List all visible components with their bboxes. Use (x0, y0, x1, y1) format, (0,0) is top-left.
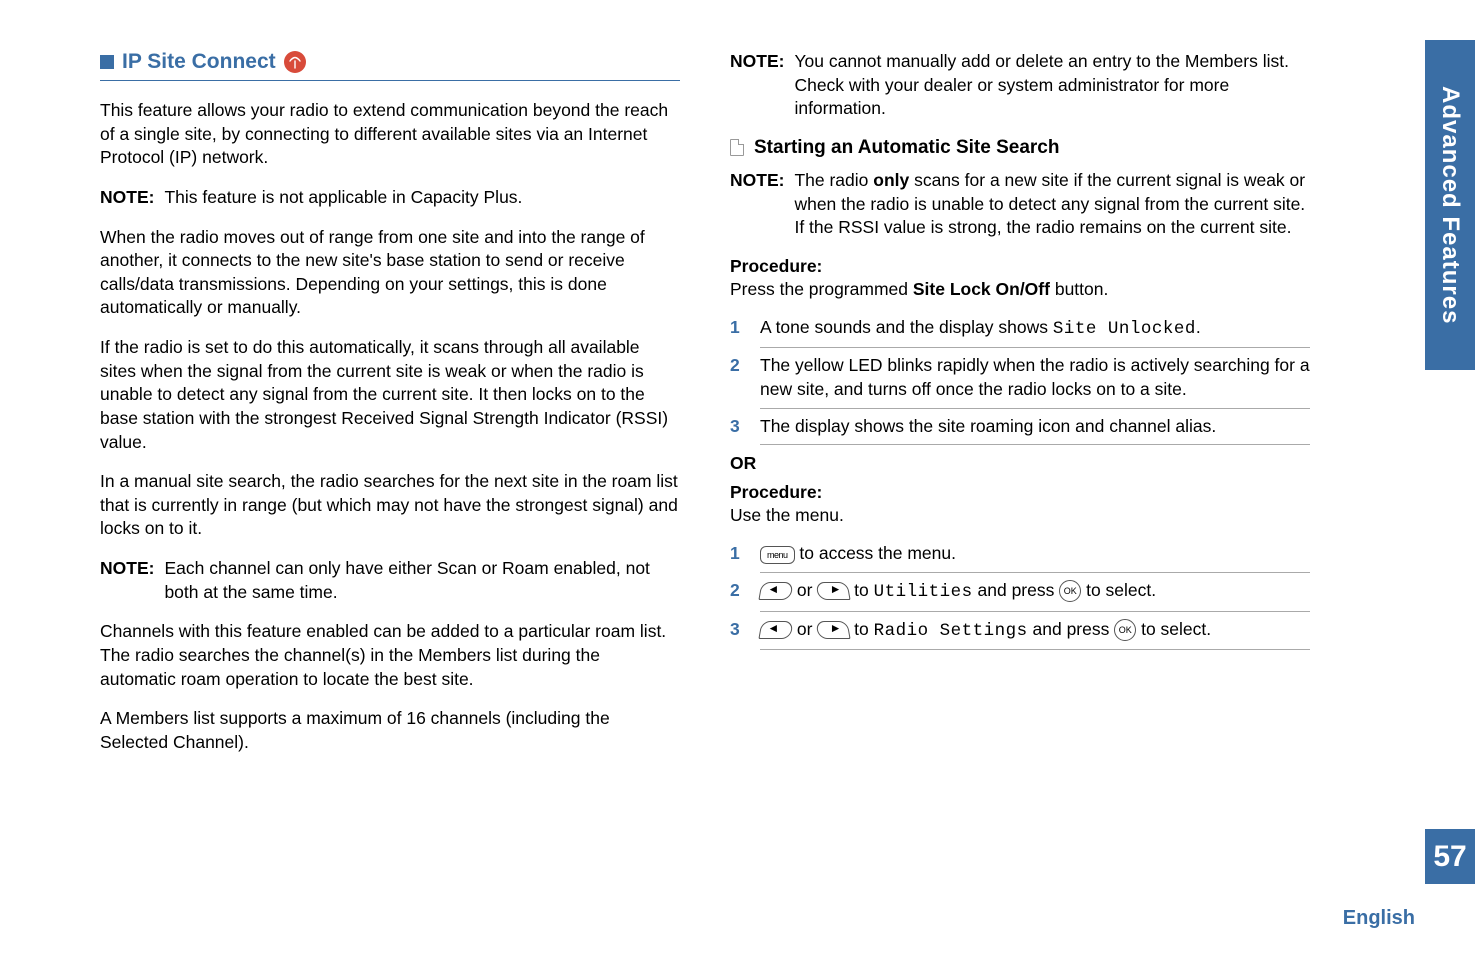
paragraph: In a manual site search, the radio searc… (100, 470, 680, 541)
text: to (849, 580, 873, 600)
note-body: Each channel can only have either Scan o… (164, 557, 680, 604)
or-label: OR (730, 453, 1310, 474)
text: . (1196, 317, 1201, 337)
note-body: The radio only scans for a new site if t… (794, 169, 1310, 240)
mono-text: Utilities (874, 582, 973, 602)
step-number: 1 (730, 542, 746, 566)
bullet-icon (100, 55, 114, 69)
mono-text: Radio Settings (874, 621, 1028, 641)
step-number: 1 (730, 316, 746, 342)
procedure-desc: Press the programmed Site Lock On/Off bu… (730, 279, 1310, 300)
ok-key-icon (1114, 619, 1136, 641)
note: NOTE: You cannot manually add or delete … (730, 50, 1310, 121)
text: to select. (1136, 619, 1211, 639)
left-arrow-key-icon (758, 621, 793, 639)
language-label: English (1343, 907, 1415, 930)
paragraph: Channels with this feature enabled can b… (100, 620, 680, 691)
text: A tone sounds and the display shows (760, 317, 1053, 337)
procedure-label: Procedure: (730, 256, 1310, 277)
step: 1 A tone sounds and the display shows Si… (730, 310, 1310, 348)
note-label: NOTE: (730, 50, 784, 121)
text: and press (973, 580, 1060, 600)
subsection-heading: Starting an Automatic Site Search (730, 137, 1310, 159)
right-arrow-key-icon (816, 621, 851, 639)
note-label: NOTE: (730, 169, 784, 240)
text: button. (1050, 279, 1108, 299)
step-body: or to Utilities and press to select. (760, 579, 1310, 605)
mono-text: Site Unlocked (1053, 319, 1196, 339)
step-body: The display shows the site roaming icon … (760, 415, 1310, 439)
note-body: This feature is not applicable in Capaci… (164, 186, 680, 210)
procedure-label: Procedure: (730, 482, 1310, 503)
step-body: The yellow LED blinks rapidly when the r… (760, 354, 1310, 401)
note-body: You cannot manually add or delete an ent… (794, 50, 1310, 121)
paragraph: If the radio is set to do this automatic… (100, 336, 680, 454)
left-column: IP Site Connect This feature allows your… (100, 50, 680, 770)
step-number: 3 (730, 618, 746, 644)
left-arrow-key-icon (758, 582, 793, 600)
bold-text: only (873, 170, 909, 190)
document-icon (730, 139, 744, 156)
paragraph: When the radio moves out of range from o… (100, 226, 680, 321)
text: to select. (1081, 580, 1156, 600)
section-title: IP Site Connect (122, 50, 276, 74)
note-label: NOTE: (100, 557, 154, 604)
page-body: IP Site Connect This feature allows your… (0, 0, 1475, 790)
text: and press (1028, 619, 1115, 639)
step-rule (760, 444, 1310, 445)
antenna-icon (284, 51, 306, 73)
note: NOTE: This feature is not applicable in … (100, 186, 680, 210)
note-label: NOTE: (100, 186, 154, 210)
note: NOTE: The radio only scans for a new sit… (730, 169, 1310, 240)
step: 1 to access the menu. (730, 536, 1310, 572)
page-number: 57 (1425, 829, 1475, 884)
heading-rule (100, 80, 680, 81)
step-number: 2 (730, 579, 746, 605)
step: 3 or to Radio Settings and press to sele… (730, 612, 1310, 650)
note: NOTE: Each channel can only have either … (100, 557, 680, 604)
section-heading: IP Site Connect (100, 50, 680, 74)
text: to access the menu. (795, 543, 956, 563)
step-body: to access the menu. (760, 542, 1310, 566)
text: Press the programmed (730, 279, 913, 299)
subsection-title: Starting an Automatic Site Search (754, 137, 1059, 159)
text: or (792, 580, 817, 600)
step-body: or to Radio Settings and press to select… (760, 618, 1310, 644)
paragraph: A Members list supports a maximum of 16 … (100, 707, 680, 754)
step: 2 The yellow LED blinks rapidly when the… (730, 348, 1310, 407)
text: or (792, 619, 817, 639)
step-number: 2 (730, 354, 746, 401)
step-body: A tone sounds and the display shows Site… (760, 316, 1310, 342)
step-rule (760, 649, 1310, 650)
procedure-desc: Use the menu. (730, 505, 1310, 526)
step-number: 3 (730, 415, 746, 439)
right-arrow-key-icon (816, 582, 851, 600)
text: to (849, 619, 873, 639)
text: The radio (794, 170, 873, 190)
ok-key-icon (1059, 580, 1081, 602)
side-tab: Advanced Features (1425, 40, 1475, 370)
menu-key-icon (760, 546, 795, 564)
right-column: NOTE: You cannot manually add or delete … (730, 50, 1310, 770)
paragraph: This feature allows your radio to extend… (100, 99, 680, 170)
step: 3 The display shows the site roaming ico… (730, 409, 1310, 445)
step: 2 or to Utilities and press to select. (730, 573, 1310, 611)
bold-text: Site Lock On/Off (913, 279, 1050, 299)
